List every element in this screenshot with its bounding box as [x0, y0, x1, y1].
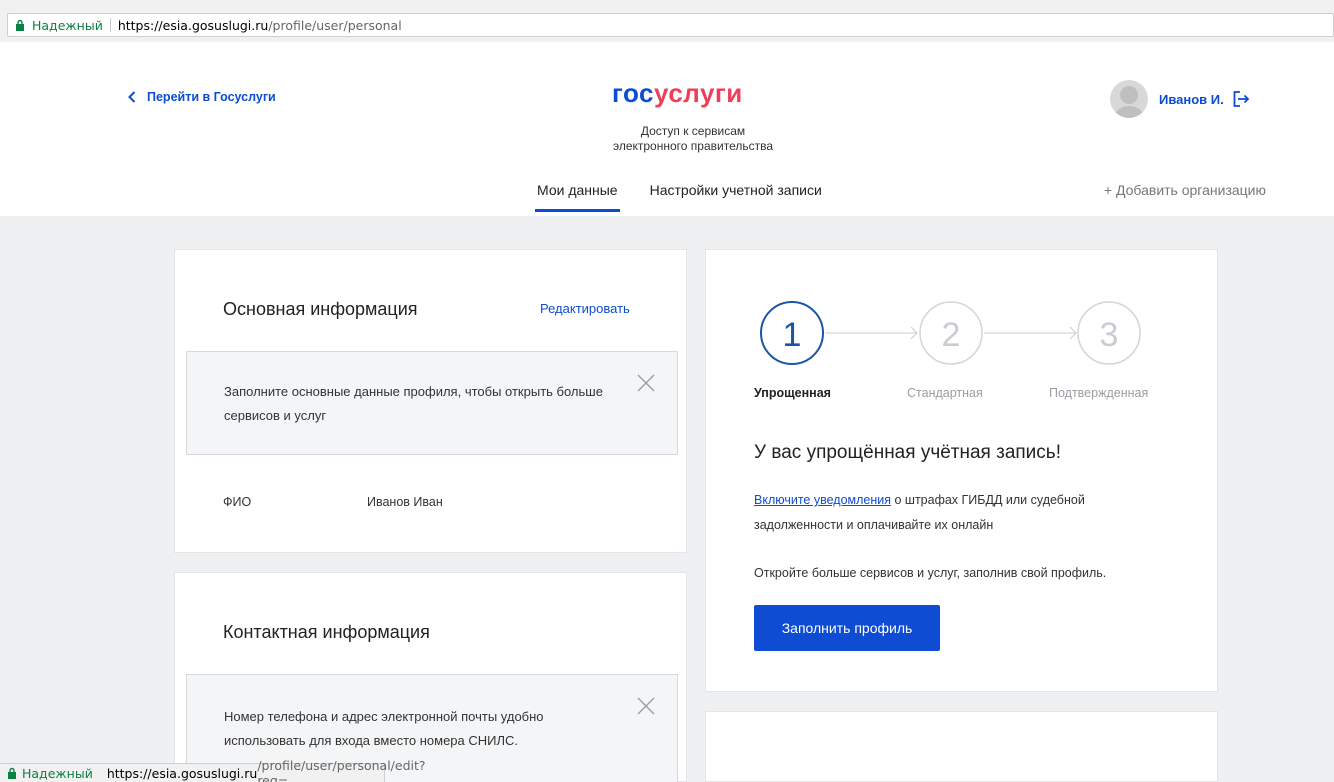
profile-tabs: Мои данные Настройки учетной записи — [535, 182, 822, 212]
step-2-circle: 2 — [919, 301, 983, 365]
account-level-steps: 1 2 3 — [760, 301, 1141, 365]
basic-info-notice: Заполните основные данные профиля, чтобы… — [186, 351, 678, 455]
tagline-line-2: электронного правительства — [612, 139, 774, 153]
url-field[interactable]: Надежный https://esia.gosuslugi.ru/profi… — [7, 13, 1334, 37]
tagline-line-1: Доступ к сервисам — [640, 124, 746, 138]
statusbar-url-path: /profile/user/personal/edit?req= — [257, 758, 426, 782]
fill-profile-hint: Откройте больше сервисов и услуг, заполн… — [754, 566, 1107, 580]
step-arrow-2 — [984, 326, 1077, 340]
contact-info-card: Контактная информация Номер телефона и а… — [174, 572, 687, 782]
account-status-card: 1 2 3 Упрощенная Стандартная Подтвержден… — [705, 249, 1218, 692]
secure-label: Надежный — [32, 17, 103, 33]
browser-status-bar: Надежный https://esia.gosuslugi.ru/profi… — [0, 758, 426, 782]
fill-profile-button[interactable]: Заполнить профиль — [754, 605, 940, 651]
step-3-number: 3 — [1100, 316, 1119, 354]
url-host: https://esia.gosuslugi.ru — [117, 17, 269, 33]
tab-account-settings[interactable]: Настройки учетной записи — [650, 182, 822, 198]
close-icon[interactable] — [637, 374, 655, 392]
statusbar-secure-label: Надежный — [22, 765, 93, 781]
notifications-text: Включите уведомления о штрафах ГИБДД или… — [754, 488, 1174, 538]
close-icon[interactable] — [637, 697, 655, 715]
logo-part-gos: гос — [612, 78, 654, 108]
basic-info-card: Основная информация Редактировать Заполн… — [174, 249, 687, 553]
add-organization-link[interactable]: + Добавить организацию — [1104, 182, 1266, 198]
step-3-label: Подтвержденная — [1049, 386, 1149, 400]
contact-info-title: Контактная информация — [223, 622, 430, 642]
user-silhouette-icon — [1114, 86, 1144, 118]
basic-info-notice-text: Заполните основные данные профиля, чтобы… — [224, 384, 603, 423]
step-1-label: Упрощенная — [754, 386, 831, 400]
account-status-heading: У вас упрощённая учётная запись! — [754, 442, 1061, 463]
url-path: /profile/user/personal — [268, 17, 402, 33]
tab-my-data[interactable]: Мои данные — [535, 182, 620, 212]
statusbar-url-host: https://esia.gosuslugi.ru — [106, 765, 258, 781]
step-arrow-1 — [825, 326, 918, 340]
basic-info-title: Основная информация — [223, 299, 418, 319]
browser-address-bar: Надежный https://esia.gosuslugi.ru/profi… — [0, 0, 1334, 42]
fio-value: Иванов Иван — [367, 495, 443, 509]
logo-tagline: Доступ к сервисам электронного правитель… — [580, 124, 806, 154]
logout-icon[interactable] — [1233, 91, 1250, 107]
step-2-number: 2 — [942, 316, 961, 354]
back-to-gosuslugi-link[interactable]: Перейти в Госуслуги — [128, 90, 276, 104]
edit-button[interactable]: Редактировать — [540, 301, 630, 316]
step-1-number: 1 — [783, 316, 802, 354]
step-3-circle: 3 — [1077, 301, 1141, 365]
logo-part-uslugi: услуги — [654, 78, 743, 108]
fio-label: ФИО — [223, 495, 252, 509]
avatar[interactable] — [1110, 80, 1148, 118]
chevron-left-icon — [128, 91, 136, 103]
contact-info-notice-text: Номер телефона и адрес электронной почты… — [224, 709, 544, 748]
enable-notifications-link[interactable]: Включите уведомления — [754, 493, 891, 507]
separator — [109, 18, 111, 32]
lock-icon — [7, 767, 17, 779]
step-2-label: Стандартная — [907, 386, 983, 400]
lock-icon — [15, 19, 27, 31]
gosuslugi-logo[interactable]: госуслуги — [612, 78, 743, 109]
user-name[interactable]: Иванов И. — [1159, 92, 1224, 107]
next-card — [705, 711, 1218, 782]
back-link-label: Перейти в Госуслуги — [147, 90, 276, 104]
site-header: Перейти в Госуслуги госуслуги Доступ к с… — [0, 42, 1334, 216]
user-menu[interactable]: Иванов И. — [1110, 80, 1250, 118]
step-1-circle: 1 — [760, 301, 824, 365]
